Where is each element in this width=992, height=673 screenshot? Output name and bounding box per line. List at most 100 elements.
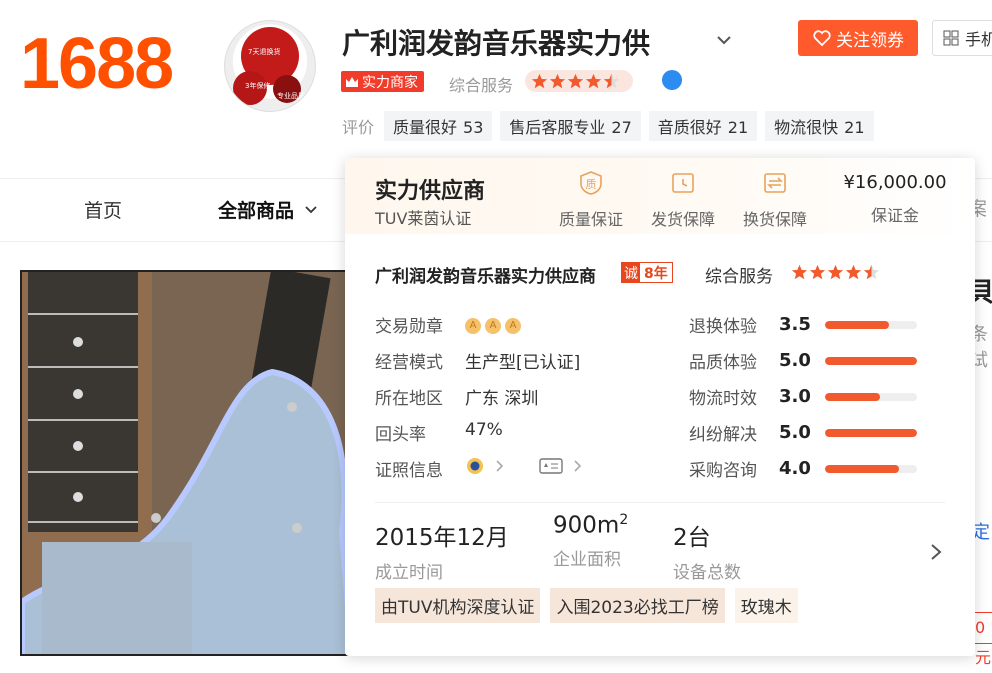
guarantee-quality[interactable]: 质 质量保证 xyxy=(551,170,631,230)
return-rate: 47% xyxy=(465,420,503,440)
follow-coupon-button[interactable]: 关注领券 xyxy=(798,20,918,56)
nav-home[interactable]: 首页 xyxy=(84,196,122,223)
region: 广东 深圳 xyxy=(465,389,539,409)
score-label: 退换体验 xyxy=(689,317,757,337)
company-service-label: 综合服务 xyxy=(705,267,773,287)
cert-chip[interactable]: 入围2023必找工厂榜 xyxy=(550,588,725,623)
guarantee-label: 换货保障 xyxy=(742,210,807,229)
deposit-amount: ¥16,000.00 xyxy=(843,172,947,193)
shop-avatar[interactable]: 7天退换货 3年保修 专业品质 xyxy=(224,20,316,112)
info-label: 经营模式 xyxy=(375,353,443,373)
chat-icon[interactable] xyxy=(662,70,682,90)
stat-equipment: 2台 设备总数 xyxy=(673,518,741,583)
stat-label: 成立时间 xyxy=(375,563,443,583)
strong-merchant-badge: 实力商家 xyxy=(341,71,424,92)
business-model: 生产型[已认证] xyxy=(465,353,581,373)
score-label: 纠纷解决 xyxy=(689,425,757,445)
avatar-badge-text: 专业品质 xyxy=(277,92,305,100)
chevron-right-icon[interactable] xyxy=(929,542,943,562)
stat-label: 设备总数 xyxy=(673,563,741,583)
chevron-right-icon[interactable] xyxy=(495,459,505,473)
star-icon xyxy=(567,73,584,88)
chevron-down-icon xyxy=(305,205,317,213)
info-label: 证照信息 xyxy=(375,461,443,481)
score-label: 物流时效 xyxy=(689,389,757,409)
cert-chip[interactable]: 玫瑰木 xyxy=(734,588,798,623)
score-label: 品质体验 xyxy=(689,353,757,373)
follow-label: 关注领券 xyxy=(836,30,904,51)
nav-all-products-label: 全部商品 xyxy=(218,200,295,222)
mobile-view-button[interactable]: 手机 xyxy=(932,20,992,56)
score-bar xyxy=(825,320,917,329)
info-label: 回头率 xyxy=(375,425,426,445)
stat-label: 企业面积 xyxy=(553,549,621,570)
score-value: 5.0 xyxy=(779,422,811,443)
popup-title: 实力供应商 xyxy=(375,179,486,204)
service-label: 综合服务 xyxy=(449,76,514,95)
star-icon xyxy=(549,73,566,88)
review-tags: 评价 质量很好 53 售后客服专业 27 音质很好 21 物流很快 21 xyxy=(342,111,874,141)
score-value: 4.0 xyxy=(779,458,811,479)
stat-area: 900m2 企业面积 xyxy=(553,512,628,570)
site-logo[interactable]: 1688 xyxy=(20,28,174,100)
star-icon xyxy=(845,264,862,280)
shop-name[interactable]: 广利润发韵音乐器实力供 xyxy=(342,22,650,62)
score-bar xyxy=(825,392,917,401)
review-tag[interactable]: 物流很快 21 xyxy=(765,111,874,141)
review-tag[interactable]: 售后客服专业 27 xyxy=(500,111,641,141)
phone-label: 手机 xyxy=(965,30,992,49)
info-label: 交易勋章 xyxy=(375,317,443,337)
guarantee-shipping[interactable]: 发货保障 xyxy=(643,170,723,230)
medal-icon: A xyxy=(465,318,481,334)
police-badge-icon[interactable] xyxy=(465,456,485,476)
info-label: 所在地区 xyxy=(375,389,443,409)
chevron-down-icon[interactable] xyxy=(714,30,734,50)
star-icon xyxy=(791,264,808,280)
guarantee-label: 发货保障 xyxy=(650,210,715,229)
medal-icon: A xyxy=(505,318,521,334)
score-value: 3.0 xyxy=(779,386,811,407)
score-row: 纠纷解决 5.0 xyxy=(689,420,917,445)
avatar-badge-text: 7天退换货 xyxy=(248,48,281,56)
heart-icon xyxy=(813,30,831,47)
star-icon xyxy=(603,73,620,88)
stat-founded: 2015年12月 成立时间 xyxy=(375,518,509,583)
score-bar xyxy=(825,428,917,437)
star-icon xyxy=(863,264,880,280)
nav-all-products[interactable]: 全部商品 xyxy=(218,196,318,223)
guarantee-exchange[interactable]: 换货保障 xyxy=(735,170,815,230)
company-service-rating xyxy=(791,264,880,281)
grid-icon xyxy=(943,30,959,46)
supplier-popup: 实力供应商 TUV莱茵认证 质 质量保证 发货保障 换货保障 ¥16,000.0… xyxy=(345,158,975,656)
svg-text:质: 质 xyxy=(586,178,597,191)
avatar-badge-text: 3年保修 xyxy=(245,82,271,90)
quality-icon: 质 xyxy=(580,171,602,195)
license-card-icon[interactable] xyxy=(539,458,563,474)
score-value: 5.0 xyxy=(779,350,811,371)
cert-chip[interactable]: 由TUV机构深度认证 xyxy=(375,588,541,623)
star-icon xyxy=(531,73,548,88)
license-info xyxy=(465,456,583,476)
deposit: ¥16,000.00 保证金 xyxy=(833,172,957,226)
popup-header: 实力供应商 TUV莱茵认证 质 质量保证 发货保障 换货保障 ¥16,000.0… xyxy=(345,158,975,234)
product-image[interactable] xyxy=(20,270,380,656)
score-label: 采购咨询 xyxy=(689,461,757,481)
company-name[interactable]: 广利润发韵音乐器实力供应商 xyxy=(375,262,596,287)
review-tag[interactable]: 音质很好 21 xyxy=(648,111,758,141)
chevron-right-icon[interactable] xyxy=(573,459,583,473)
strong-merchant-label: 实力商家 xyxy=(362,74,418,91)
medal-icon: A xyxy=(485,318,501,334)
reviews-label: 评价 xyxy=(342,118,375,137)
score-row: 物流时效 3.0 xyxy=(689,384,917,409)
star-icon xyxy=(809,264,826,280)
score-bar xyxy=(825,464,917,473)
popup-subtitle: TUV莱茵认证 xyxy=(375,209,472,228)
review-tag[interactable]: 质量很好 53 xyxy=(384,111,493,141)
cheng-badge: 诚 8年 xyxy=(621,262,673,283)
score-row: 品质体验 5.0 xyxy=(689,348,917,373)
cheng-years: 8年 xyxy=(644,266,668,282)
stat-value: 2台 xyxy=(673,525,711,551)
score-row: 采购咨询 4.0 xyxy=(689,456,917,481)
score-value: 3.5 xyxy=(779,314,811,335)
score-bar xyxy=(825,356,917,365)
